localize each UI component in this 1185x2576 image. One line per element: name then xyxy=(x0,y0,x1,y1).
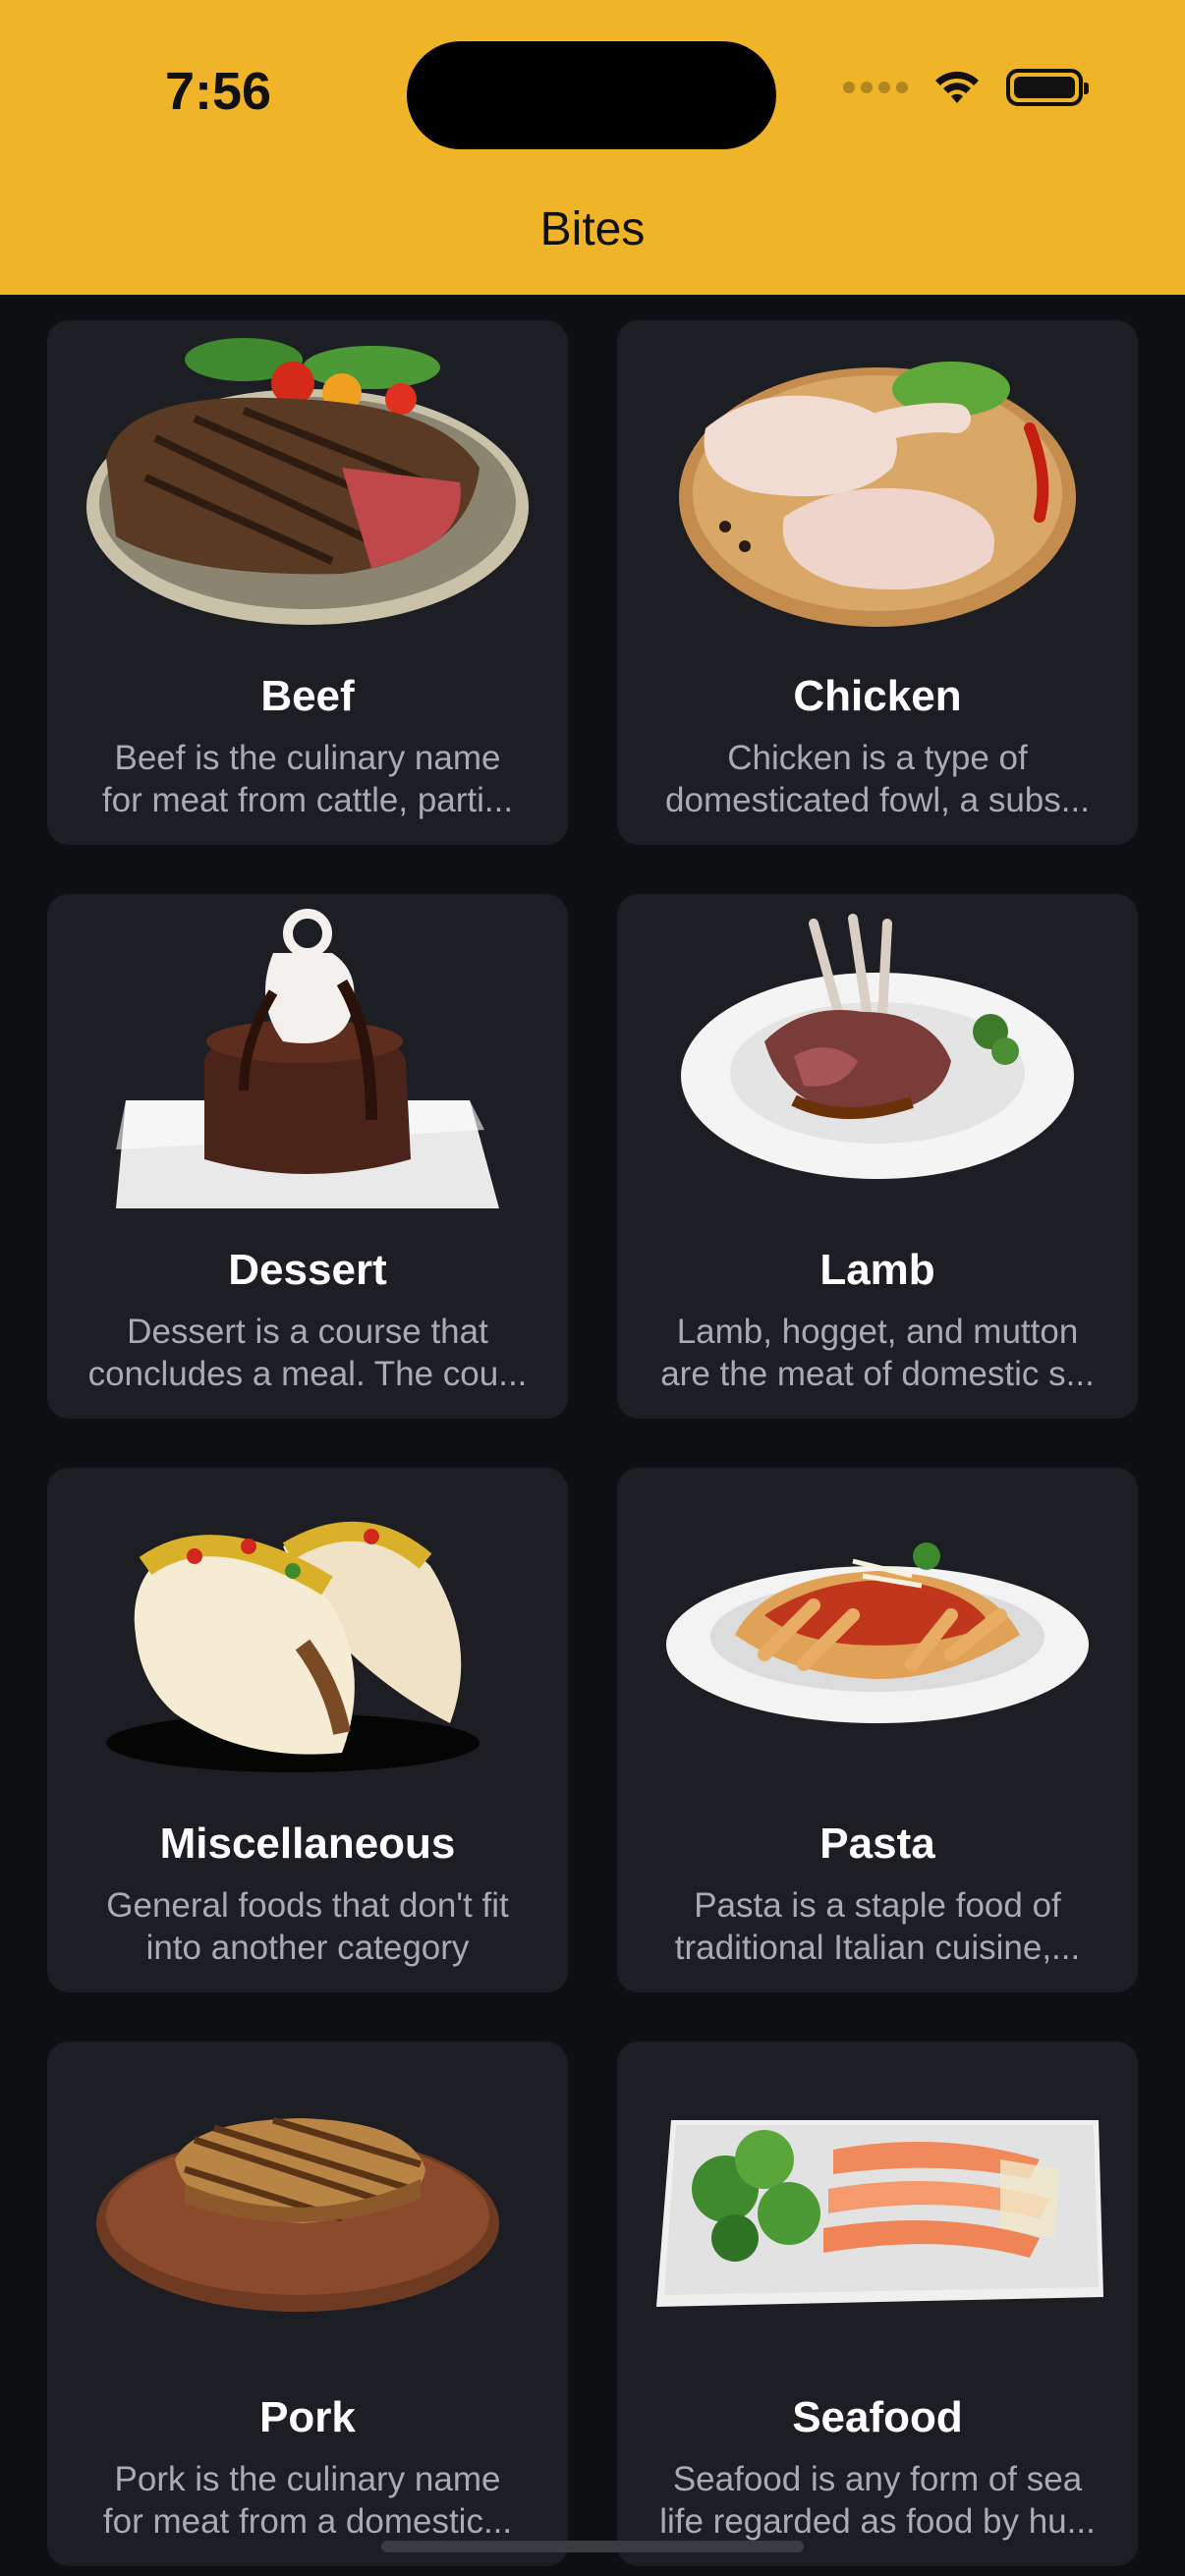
card-description: Lamb, hogget, and mutton are the meat of … xyxy=(660,1313,1095,1393)
home-indicator[interactable] xyxy=(381,2541,804,2552)
chicken-image xyxy=(679,362,1076,627)
app-header: 7:56 Bites xyxy=(0,0,1185,295)
category-card-pork[interactable]: Pork Pork is the culinary name for meat f… xyxy=(47,2042,568,2566)
card-description: Pork is the culinary name for meat from a… xyxy=(102,2460,513,2541)
status-icons xyxy=(843,69,1089,106)
seafood-image xyxy=(656,2120,1103,2307)
card-description: Chicken is a type of domesticated fowl, a… xyxy=(665,739,1090,819)
cellular-signal-icon xyxy=(843,82,908,93)
card-title: Dessert xyxy=(228,1246,387,1294)
beef-image xyxy=(86,338,529,625)
category-card-seafood[interactable]: Seafood Seafood is any form of sea life r… xyxy=(617,2042,1138,2566)
card-title: Pasta xyxy=(819,1820,935,1868)
card-title: Beef xyxy=(260,672,355,720)
category-card-lamb[interactable]: Lamb Lamb, hogget, and mutton are the mea… xyxy=(617,894,1138,1419)
category-card-miscellaneous[interactable]: Miscellaneous General foods that don't f… xyxy=(47,1468,568,1992)
card-title: Seafood xyxy=(792,2393,963,2441)
dessert-image xyxy=(116,909,499,1208)
card-title: Lamb xyxy=(819,1246,935,1294)
category-grid: Beef Beef is the culinary name for meat f… xyxy=(47,320,1138,2566)
page-title: Bites xyxy=(539,203,646,255)
wifi-icon xyxy=(935,71,979,103)
pork-image xyxy=(96,2116,499,2312)
category-card-dessert[interactable]: Dessert Dessert is a course that conclude… xyxy=(47,894,568,1419)
card-title: Miscellaneous xyxy=(159,1820,456,1868)
card-description: General foods that don't fit into another… xyxy=(106,1886,509,1967)
category-card-beef[interactable]: Beef Beef is the culinary name for meat f… xyxy=(47,320,568,845)
lamb-image xyxy=(681,914,1074,1179)
category-card-pasta[interactable]: Pasta Pasta is a staple food of tradition… xyxy=(617,1468,1138,1992)
card-title: Pork xyxy=(259,2393,356,2441)
status-time: 7:56 xyxy=(165,62,272,121)
card-description: Pasta is a staple food of traditional Ita… xyxy=(674,1886,1081,1967)
pasta-image xyxy=(666,1542,1089,1723)
card-title: Chicken xyxy=(793,672,962,720)
card-description: Seafood is any form of sea life regarded … xyxy=(659,2460,1096,2541)
battery-icon xyxy=(1006,69,1089,106)
card-description: Dessert is a course that concludes a meal… xyxy=(87,1313,528,1393)
card-description: Beef is the culinary name for meat from c… xyxy=(101,739,514,819)
category-card-chicken[interactable]: Chicken Chicken is a type of domesticated… xyxy=(617,320,1138,845)
dynamic-island xyxy=(407,41,776,149)
tacos-image xyxy=(106,1521,480,1772)
